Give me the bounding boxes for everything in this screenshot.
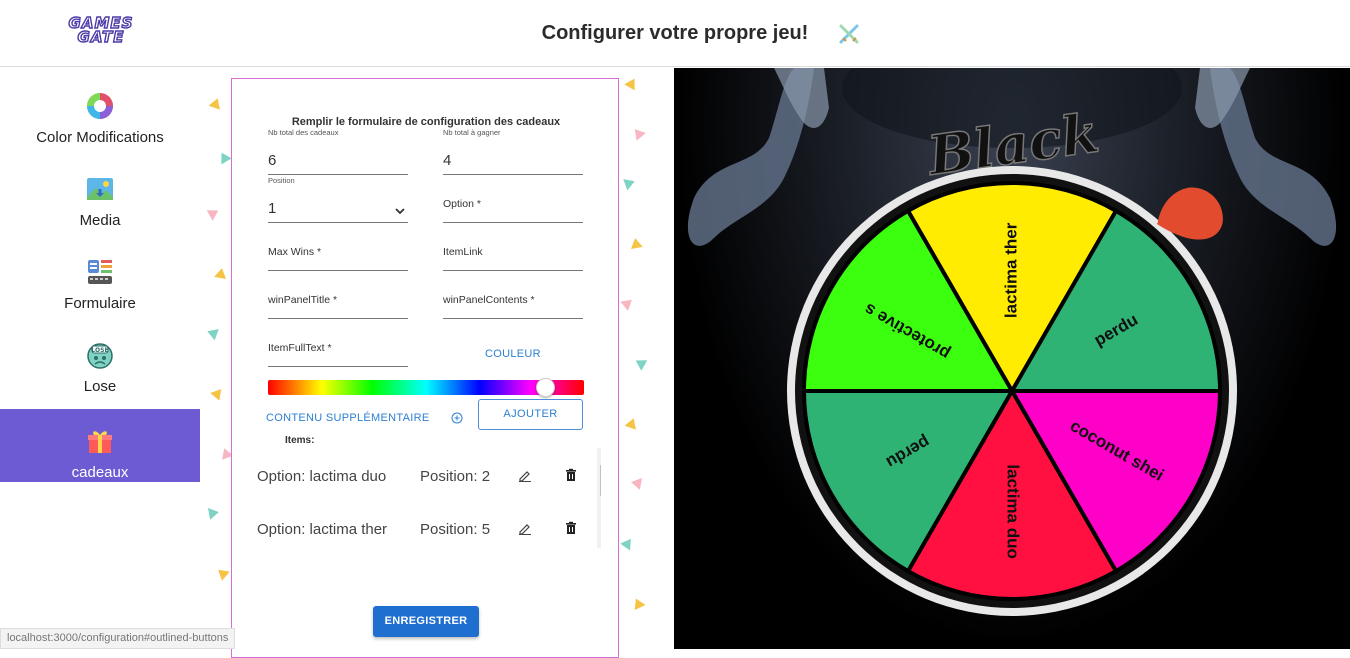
wheel-preview: Black lactima ther perdu coconut shei lacti… xyxy=(674,68,1350,649)
status-bar-url: localhost:3000/configuration#outlined-bu… xyxy=(0,628,236,649)
form-title: Remplir le formulaire de configuration d… xyxy=(291,116,561,128)
sidebar-item-lose[interactable]: LOSE Lose xyxy=(0,323,200,396)
item-position: Position: 2 xyxy=(420,468,491,485)
position-label: Position xyxy=(268,176,295,185)
sidebar-item-media[interactable]: Media xyxy=(0,157,200,230)
win-panel-contents-placeholder: winPanelContents * xyxy=(443,294,535,306)
sidebar-item-label: cadeaux xyxy=(71,464,129,481)
ajouter-button[interactable]: AJOUTER xyxy=(478,399,583,430)
svg-text:LOSE: LOSE xyxy=(91,347,108,354)
form-icon xyxy=(88,260,112,284)
scrollbar-thumb[interactable] xyxy=(600,465,601,496)
app-header: GAMES GATE Configurer votre propre jeu! xyxy=(0,0,1350,67)
option-placeholder: Option * xyxy=(443,198,481,210)
win-panel-contents-field[interactable]: winPanelContents * xyxy=(443,294,583,319)
sidebar-item-label: Lose xyxy=(83,378,117,395)
couleur-button[interactable]: COULEUR xyxy=(485,348,541,360)
wheel-segment-label: lactima duo xyxy=(1004,464,1023,558)
sidebar-item-formulaire[interactable]: Formulaire xyxy=(0,240,200,313)
option-field[interactable]: Option * xyxy=(443,198,583,223)
item-position: Position: 5 xyxy=(420,521,491,538)
sidebar-item-label: Color Modifications xyxy=(36,129,164,146)
crossed-swords-icon xyxy=(839,24,859,44)
max-wins-field[interactable]: Max Wins * xyxy=(268,246,408,271)
items-scrollbar[interactable] xyxy=(597,448,601,548)
lose-face-icon: LOSE xyxy=(87,343,113,369)
items-label: Items: xyxy=(285,435,315,446)
sidebar: Color Modifications Media Formulaire LOS… xyxy=(0,68,200,649)
nb-total-field[interactable]: 6 xyxy=(268,152,408,175)
win-panel-title-field[interactable]: winPanelTitle * xyxy=(268,294,408,319)
gift-icon xyxy=(88,431,112,453)
nb-total-label: Nb total des cadeaux xyxy=(268,128,339,137)
nb-win-field[interactable]: 4 xyxy=(443,152,583,175)
max-wins-placeholder: Max Wins * xyxy=(268,246,322,258)
nb-total-value: 6 xyxy=(268,152,277,169)
chevron-down-icon xyxy=(395,208,405,215)
wheel-segment-label: lactima ther xyxy=(1001,222,1020,318)
item-full-text-placeholder: ItemFullText * xyxy=(268,342,332,354)
item-option: Option: lactima ther xyxy=(257,521,388,538)
sidebar-item-label: Formulaire xyxy=(64,295,136,312)
item-link-placeholder: ItemLink xyxy=(443,246,483,258)
contenu-supplementaire-button[interactable]: CONTENU SUPPLÉMENTAIRE xyxy=(266,412,429,424)
items-list: Option: lactima duo Position: 2 Option: … xyxy=(246,448,601,548)
sidebar-item-cadeaux[interactable]: cadeaux xyxy=(0,409,200,482)
win-panel-title-placeholder: winPanelTitle * xyxy=(268,294,338,306)
page-title: Configurer votre propre jeu! xyxy=(541,22,809,44)
nb-win-value: 4 xyxy=(443,152,452,169)
item-full-text-field[interactable]: ItemFullText * xyxy=(268,342,408,367)
image-icon xyxy=(87,178,113,200)
enregistrer-button[interactable]: ENREGISTRER xyxy=(373,606,479,637)
color-wheel-icon xyxy=(87,93,113,119)
position-select[interactable]: 1 xyxy=(268,200,408,223)
item-option: Option: lactima duo xyxy=(257,468,387,485)
prize-wheel[interactable]: lactima therperducoconut sheilactima duo… xyxy=(674,68,1350,649)
add-circle-icon[interactable] xyxy=(451,412,463,424)
list-item: Option: lactima duo Position: 2 xyxy=(246,460,586,490)
sidebar-item-label: Media xyxy=(79,212,121,229)
delete-icon[interactable] xyxy=(564,521,578,535)
gift-config-form: Remplir le formulaire de configuration d… xyxy=(231,78,619,658)
item-link-field[interactable]: ItemLink xyxy=(443,246,583,271)
position-value: 1 xyxy=(268,200,277,217)
sidebar-item-color-modifications[interactable]: Color Modifications xyxy=(0,74,200,147)
nb-win-label: Nb total à gagner xyxy=(443,128,501,137)
list-item: Option: lactima ther Position: 5 xyxy=(246,513,586,543)
edit-icon[interactable] xyxy=(518,468,532,482)
edit-icon[interactable] xyxy=(518,521,532,535)
delete-icon[interactable] xyxy=(564,468,578,482)
color-hue-slider-knob[interactable] xyxy=(536,378,555,397)
